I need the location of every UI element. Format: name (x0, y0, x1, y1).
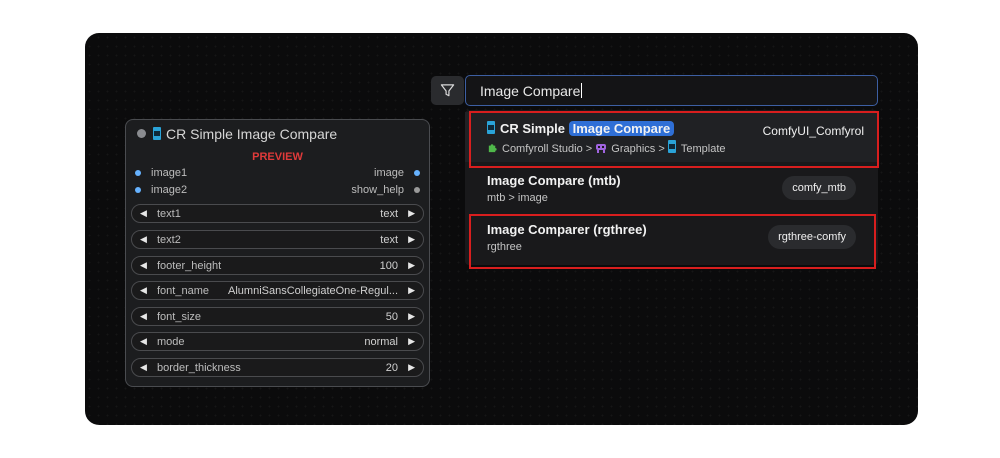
decrement-arrow-icon[interactable]: ◀ (140, 336, 147, 347)
widget-name: text1 (157, 208, 181, 220)
increment-arrow-icon[interactable]: ▶ (408, 208, 415, 219)
widget-text2[interactable]: ◀ text2 text ▶ (131, 230, 424, 249)
result-subtitle: mtb > image (487, 192, 548, 204)
decrement-arrow-icon[interactable]: ◀ (140, 285, 147, 296)
widget-text1[interactable]: ◀ text1 text ▶ (131, 204, 424, 223)
widget-font-name[interactable]: ◀ font_name AlumniSansCollegiateOne-Regu… (131, 281, 424, 300)
decrement-arrow-icon[interactable]: ◀ (140, 260, 147, 271)
io-row: image1 image (126, 165, 429, 181)
image-output-socket[interactable] (414, 170, 420, 176)
widget-value: AlumniSansCollegiateOne-Regul... (228, 285, 398, 297)
decrement-arrow-icon[interactable]: ◀ (140, 362, 147, 373)
widget-name: footer_height (157, 260, 222, 272)
widget-name: font_name (157, 285, 209, 297)
output-label: image (374, 167, 404, 179)
increment-arrow-icon[interactable]: ▶ (408, 362, 415, 373)
widget-value: normal (364, 336, 398, 348)
search-query: Image Compare (480, 83, 581, 99)
decrement-arrow-icon[interactable]: ◀ (140, 208, 147, 219)
collapse-dot-icon[interactable] (137, 129, 146, 138)
widget-border-thickness[interactable]: ◀ border_thickness 20 ▶ (131, 358, 424, 377)
increment-arrow-icon[interactable]: ▶ (408, 285, 415, 296)
node-title-wrap: CR Simple Image Compare (153, 126, 337, 142)
widget-name: border_thickness (157, 362, 241, 374)
annotation-highlight-box (469, 214, 876, 269)
result-title: Image Compare (mtb) (487, 173, 621, 188)
image2-input-socket[interactable] (135, 187, 141, 193)
widget-value: 50 (385, 311, 398, 323)
widget-mode[interactable]: ◀ mode normal ▶ (131, 332, 424, 351)
node-title: CR Simple Image Compare (166, 126, 338, 142)
widget-value: text (380, 208, 398, 220)
increment-arrow-icon[interactable]: ▶ (408, 260, 415, 271)
widget-value: 100 (379, 260, 398, 272)
phone-icon (153, 127, 161, 140)
increment-arrow-icon[interactable]: ▶ (408, 336, 415, 347)
image1-input-socket[interactable] (135, 170, 141, 176)
widget-footer-height[interactable]: ◀ footer_height 100 ▶ (131, 256, 424, 275)
preview-label: PREVIEW (252, 151, 303, 163)
widget-name: text2 (157, 234, 181, 246)
widget-name: font_size (157, 311, 202, 323)
cr-simple-image-compare-node[interactable]: CR Simple Image Compare PREVIEW image1 i… (125, 119, 430, 387)
node-header[interactable]: CR Simple Image Compare (126, 120, 429, 148)
io-row: image2 show_help (126, 182, 429, 198)
widget-value: 20 (385, 362, 398, 374)
increment-arrow-icon[interactable]: ▶ (408, 234, 415, 245)
decrement-arrow-icon[interactable]: ◀ (140, 234, 147, 245)
filter-button[interactable] (431, 76, 464, 105)
filter-icon (440, 84, 455, 97)
result-source-badge: comfy_mtb (782, 176, 856, 200)
output-label: show_help (351, 184, 404, 196)
increment-arrow-icon[interactable]: ▶ (408, 311, 415, 322)
input-label: image2 (151, 184, 188, 196)
widget-name: mode (157, 336, 185, 348)
show-help-output-socket[interactable] (414, 187, 420, 193)
text-caret (581, 83, 583, 98)
widget-font-size[interactable]: ◀ font_size 50 ▶ (131, 307, 424, 326)
decrement-arrow-icon[interactable]: ◀ (140, 311, 147, 322)
input-label: image1 (151, 167, 188, 179)
annotation-highlight-box (469, 111, 879, 168)
search-result-item[interactable]: Image Compare (mtb) mtb > image comfy_mt… (465, 164, 878, 214)
node-search-input[interactable]: Image Compare (465, 75, 878, 106)
widget-value: text (380, 234, 398, 246)
